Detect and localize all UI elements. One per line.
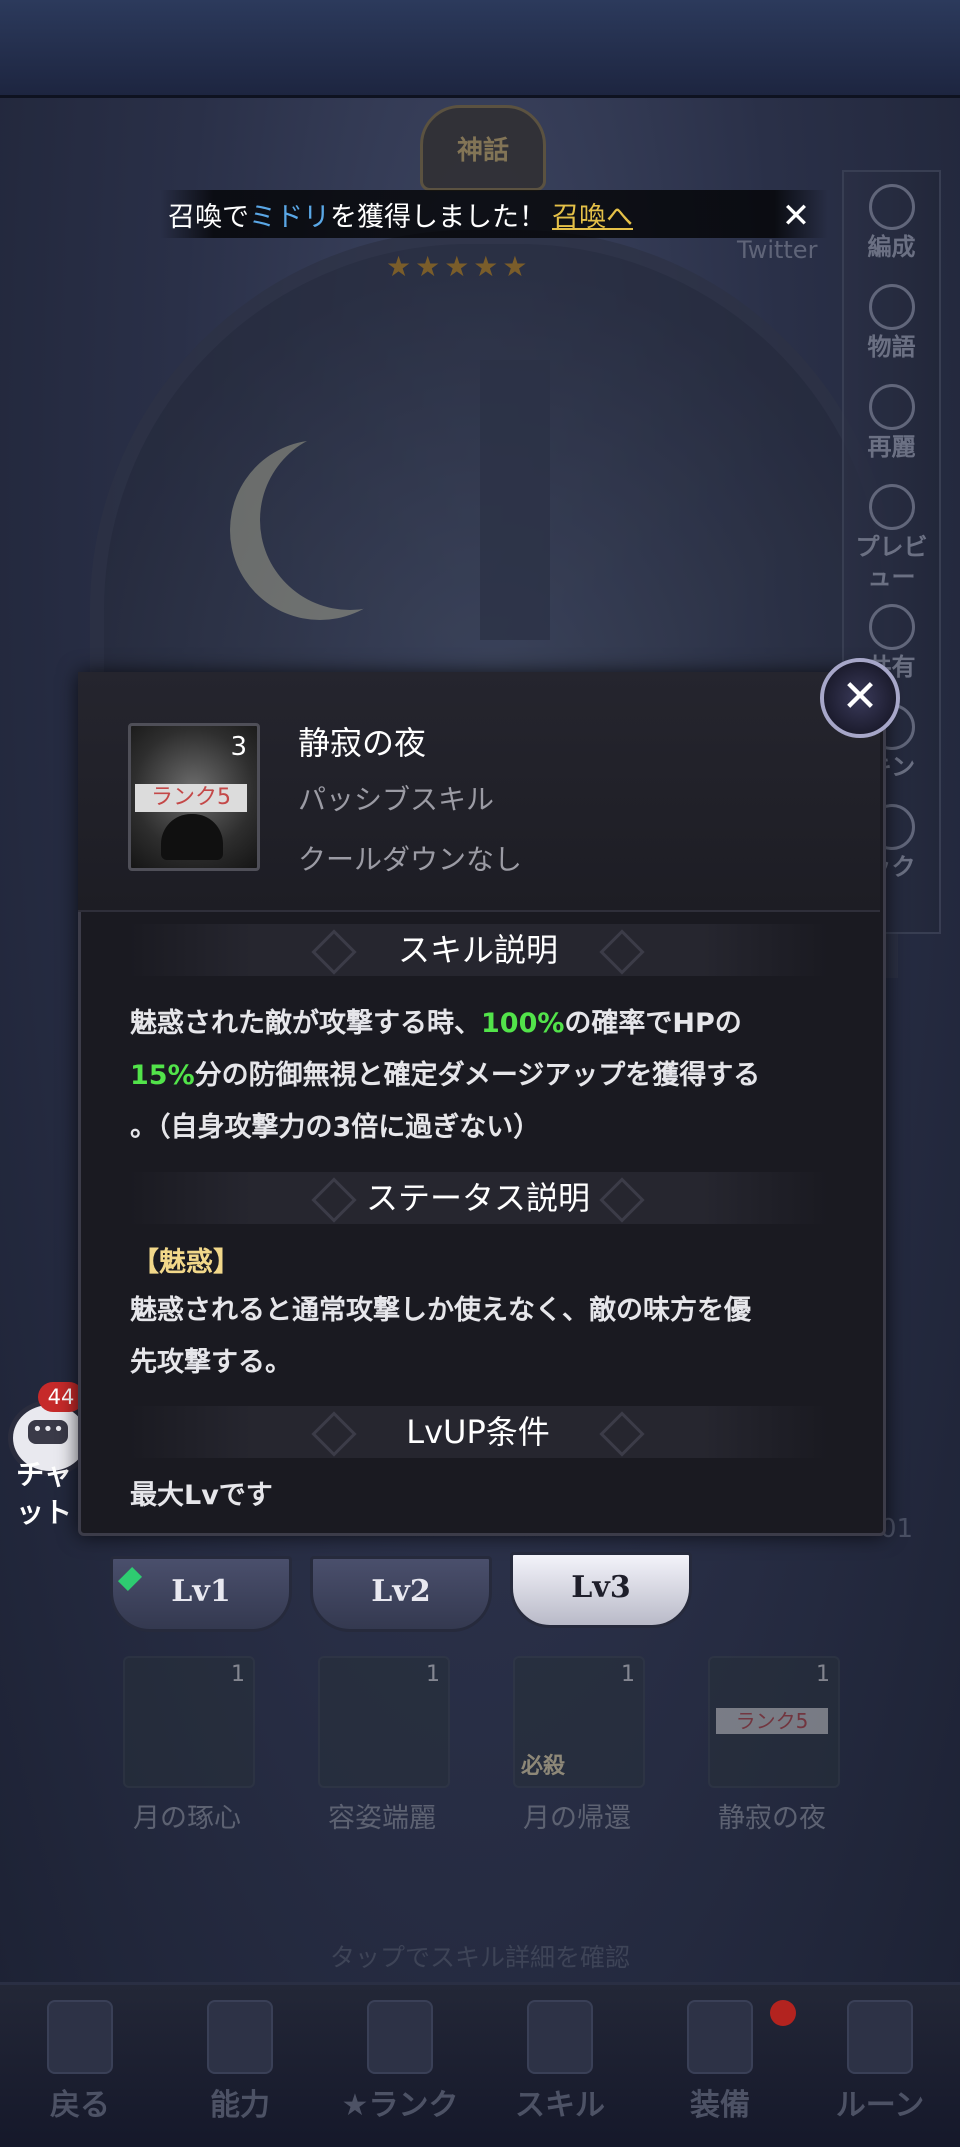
skill-cooldown: クールダウンなし	[298, 843, 523, 876]
skill-desc-value: 100%	[481, 1008, 565, 1039]
skill-description: 魅惑された敵が攻撃する時、100%の確率でHPの 15%分の防御無視と確定ダメー…	[130, 998, 830, 1154]
nav-label: 装備	[690, 2088, 750, 2123]
twitter-button[interactable]: Twitter	[737, 236, 817, 264]
skill-name-label: 月の帰還	[523, 1803, 631, 1834]
gem-icon	[117, 1566, 143, 1592]
skill-name-label: 月の琢心	[133, 1803, 241, 1834]
tab-label: Lv2	[371, 1574, 431, 1609]
status-desc-line-1: 魅惑されると通常攻撃しか使えなく、敵の味方を優	[130, 1295, 751, 1326]
notice-close-icon[interactable]: ✕	[776, 196, 816, 236]
side-item-replay[interactable]: 再麗	[844, 384, 939, 462]
ability-icon	[207, 2000, 273, 2074]
close-icon[interactable]: ✕	[820, 658, 900, 738]
nav-label: 能力	[210, 2088, 270, 2123]
nav-rune[interactable]: ルーン	[800, 2000, 960, 2124]
tower-art	[480, 360, 550, 640]
tab-lv2[interactable]: Lv2	[310, 1556, 492, 1632]
nav-skill[interactable]: スキル	[480, 2000, 640, 2124]
equipment-icon	[687, 2000, 753, 2074]
replay-icon	[868, 384, 915, 430]
skill-card[interactable]: 1 必殺	[513, 1656, 645, 1788]
nav-ability[interactable]: 能力	[160, 2000, 320, 2124]
status-description: 魅惑されると通常攻撃しか使えなく、敵の味方を優 先攻撃する。	[130, 1285, 830, 1389]
tab-lv1[interactable]: Lv1	[110, 1556, 292, 1632]
side-item-formation[interactable]: 編成	[844, 184, 939, 262]
skill-name: 静寂の夜	[298, 724, 427, 762]
skill-desc-line-1: 魅惑された敵が攻撃する時、100%の確率でHPの	[130, 998, 830, 1050]
tab-lv3[interactable]: Lv3	[510, 1552, 692, 1628]
section-title-status: ステータス説明	[128, 1172, 828, 1224]
nav-back[interactable]: 戻る	[0, 2000, 160, 2124]
skill-desc-line-3: 。（自身攻撃力の3倍に過ぎない）	[130, 1112, 541, 1143]
chat-icon: •••	[28, 1420, 68, 1444]
ultimate-tag: 必殺	[521, 1754, 566, 1779]
star-rating: ★★★★★	[386, 250, 532, 283]
skill-level: 1	[816, 1662, 830, 1687]
status-name: 【魅惑】	[132, 1247, 240, 1278]
skill-card[interactable]: 1	[123, 1656, 255, 1788]
side-item-preview[interactable]: プレビュー	[844, 484, 939, 592]
nav-label: 戻る	[50, 2088, 110, 2123]
skill-portrait-icon: 3 ランク5	[128, 723, 260, 871]
skill-desc-text: の確率でHPの	[564, 1008, 742, 1039]
chat-label: チャット	[15, 1458, 72, 1529]
side-item-story[interactable]: 物語	[844, 284, 939, 362]
book-icon	[868, 284, 915, 330]
status-desc-line-2: 先攻撃する。	[130, 1347, 292, 1378]
top-bar	[0, 0, 960, 98]
skill-card[interactable]: 1 ランク5	[708, 1656, 840, 1788]
skill-type: パッシブスキル	[298, 783, 495, 816]
nav-rank[interactable]: ★ランク	[320, 2000, 480, 2124]
back-icon	[47, 2000, 113, 2074]
skill-rank: ランク5	[716, 1708, 828, 1734]
section-title-lvup: LvUP条件	[128, 1406, 828, 1458]
skill-level: 1	[426, 1662, 440, 1687]
tab-label: Lv1	[171, 1574, 231, 1609]
skill-hint: タップでスキル詳細を確認	[329, 1943, 630, 1972]
skill-level: 1	[231, 1662, 245, 1687]
preview-icon	[868, 484, 915, 530]
skill-desc-text: 分の防御無視と確定ダメージアップを獲得する	[194, 1060, 761, 1091]
tab-label: Lv3	[571, 1570, 631, 1605]
rune-icon	[847, 2000, 913, 2074]
skill-name-label: 静寂の夜	[718, 1803, 826, 1834]
side-item-label: 物語	[867, 333, 916, 361]
emblem-label: 神話	[456, 135, 509, 166]
skill-desc-value: 15%	[130, 1060, 195, 1091]
skill-icon	[527, 2000, 593, 2074]
side-item-label: 再麗	[867, 433, 916, 461]
summon-notification: 召喚で ミドリ を獲得しました！ 召喚へ	[160, 190, 828, 238]
notice-suffix: を獲得しました！	[330, 201, 546, 233]
moon-art	[260, 430, 440, 610]
formation-icon	[868, 184, 915, 230]
skill-level: 1	[621, 1662, 635, 1687]
mythic-emblem: 神話	[420, 105, 546, 191]
nav-label: ★ランク	[341, 2088, 459, 2123]
skill-desc-line-2: 15%分の防御無視と確定ダメージアップを獲得する	[130, 1050, 830, 1102]
share-icon	[868, 604, 915, 650]
skill-card[interactable]: 1	[318, 1656, 450, 1788]
skill-name-label: 容姿端麗	[328, 1803, 436, 1834]
skill-desc-text: 魅惑された敵が攻撃する時、	[130, 1008, 481, 1039]
notification-dot	[770, 2000, 796, 2026]
nav-label: スキル	[515, 2088, 605, 2123]
notice-character: ミドリ	[249, 201, 330, 233]
rank-icon	[367, 2000, 433, 2074]
skill-icon-level: 3	[230, 732, 247, 762]
nav-label: ルーン	[835, 2088, 925, 2123]
skill-icon-rank: ランク5	[135, 784, 247, 812]
notice-prefix: 召喚で	[168, 201, 249, 233]
side-item-label: プレビュー	[855, 533, 928, 591]
lvup-description: 最大Lvです	[130, 1480, 273, 1511]
side-item-label: 編成	[867, 233, 916, 261]
section-title-skill: スキル説明	[128, 924, 828, 976]
silhouette-icon	[161, 814, 223, 860]
summon-link[interactable]: 召喚へ	[552, 195, 633, 234]
